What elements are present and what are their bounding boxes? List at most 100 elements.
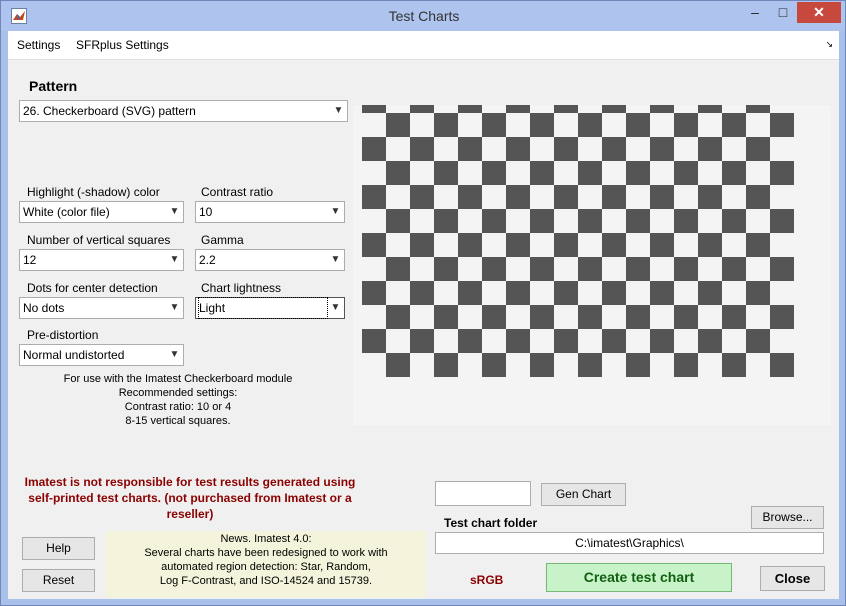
checker-square — [410, 185, 434, 209]
minimize-icon[interactable]: – — [741, 2, 769, 23]
help-button[interactable]: Help — [22, 537, 95, 560]
checker-square — [626, 161, 650, 185]
checker-square — [554, 329, 578, 353]
checker-square — [770, 209, 794, 233]
news-line: News. Imatest 4.0: — [220, 533, 312, 545]
checker-square — [626, 305, 650, 329]
vertical-squares-select[interactable]: 12 ▼ — [19, 249, 184, 271]
checker-square — [410, 281, 434, 305]
chevron-down-icon: ▼ — [169, 254, 180, 265]
contrast-ratio-value: 10 — [199, 205, 213, 219]
menu-sfrplus-settings[interactable]: SFRplus Settings — [76, 38, 169, 52]
checker-square — [434, 209, 458, 233]
checker-square — [650, 281, 674, 305]
client-area: Settings SFRplus Settings ↘ Pattern 26. … — [8, 31, 839, 599]
checker-square — [578, 161, 602, 185]
undock-arrow-icon[interactable]: ↘ — [825, 39, 833, 50]
chart-folder-path[interactable]: C:\imatest\Graphics\ — [435, 532, 824, 554]
checker-square — [506, 281, 530, 305]
checker-square — [530, 305, 554, 329]
checker-square — [506, 329, 530, 353]
menu-bar: Settings SFRplus Settings ↘ — [8, 31, 839, 60]
checker-square — [626, 113, 650, 137]
checker-square — [458, 281, 482, 305]
browse-button[interactable]: Browse... — [751, 506, 824, 529]
checker-square — [554, 137, 578, 161]
highlight-color-select[interactable]: White (color file) ▼ — [19, 201, 184, 223]
checker-square — [434, 353, 458, 377]
chart-lightness-value: Light — [198, 297, 328, 319]
checker-square — [362, 137, 386, 161]
checker-square — [746, 281, 770, 305]
reset-button[interactable]: Reset — [22, 569, 95, 592]
chevron-down-icon: ▼ — [330, 206, 341, 217]
chevron-down-icon: ▼ — [169, 349, 180, 360]
chevron-down-icon: ▼ — [330, 302, 341, 313]
checker-square — [458, 105, 482, 113]
checker-square — [458, 233, 482, 257]
checker-square — [506, 185, 530, 209]
gen-chart-button[interactable]: Gen Chart — [541, 483, 626, 506]
checker-square — [770, 257, 794, 281]
checker-square — [362, 281, 386, 305]
checker-square — [530, 209, 554, 233]
checker-square — [602, 137, 626, 161]
checker-square — [410, 329, 434, 353]
checker-square — [482, 353, 506, 377]
contrast-ratio-label: Contrast ratio — [201, 185, 274, 199]
checker-square — [530, 161, 554, 185]
chart-lightness-select[interactable]: Light ▼ — [195, 297, 345, 319]
srgb-label: sRGB — [470, 573, 504, 587]
center-dots-value: No dots — [23, 301, 65, 315]
checker-square — [722, 161, 746, 185]
checker-square — [458, 137, 482, 161]
checker-square — [386, 161, 410, 185]
gamma-label: Gamma — [201, 233, 244, 247]
checker-square — [386, 113, 410, 137]
checker-square — [698, 281, 722, 305]
checker-square — [626, 353, 650, 377]
checker-square — [674, 161, 698, 185]
checker-square — [674, 257, 698, 281]
chart-lightness-label: Chart lightness — [201, 281, 282, 295]
gen-chart-input[interactable] — [435, 481, 531, 506]
center-dots-label: Dots for center detection — [27, 281, 158, 295]
checker-square — [434, 161, 458, 185]
create-test-chart-button[interactable]: Create test chart — [546, 563, 732, 592]
predistortion-value: Normal undistorted — [23, 348, 125, 362]
maximize-icon[interactable]: □ — [769, 2, 797, 23]
checker-square — [554, 233, 578, 257]
pattern-select-value: 26. Checkerboard (SVG) pattern — [23, 104, 196, 118]
checker-square — [362, 329, 386, 353]
news-line: Several charts have been redesigned to w… — [144, 547, 388, 559]
checker-square — [578, 353, 602, 377]
predistortion-select[interactable]: Normal undistorted ▼ — [19, 344, 184, 366]
chevron-down-icon: ▼ — [169, 206, 180, 217]
vertical-squares-value: 12 — [23, 253, 37, 267]
checker-square — [770, 353, 794, 377]
title-bar[interactable]: Test Charts – □ ✕ — [1, 1, 845, 31]
contrast-ratio-select[interactable]: 10 ▼ — [195, 201, 345, 223]
checker-square — [722, 353, 746, 377]
close-button[interactable]: Close — [760, 566, 825, 591]
app-window: Test Charts – □ ✕ Settings SFRplus Setti… — [0, 0, 846, 606]
close-window-icon[interactable]: ✕ — [797, 2, 841, 23]
checker-square — [698, 137, 722, 161]
checker-square — [626, 257, 650, 281]
menu-settings[interactable]: Settings — [17, 38, 60, 52]
checker-square — [650, 329, 674, 353]
checker-square — [482, 113, 506, 137]
gamma-select[interactable]: 2.2 ▼ — [195, 249, 345, 271]
checker-square — [410, 233, 434, 257]
window-title: Test Charts — [388, 8, 460, 24]
checker-square — [674, 353, 698, 377]
pattern-select[interactable]: 26. Checkerboard (SVG) pattern ▼ — [19, 100, 348, 122]
checker-square — [650, 185, 674, 209]
checker-square — [482, 305, 506, 329]
news-line: automated region detection: Star, Random… — [161, 561, 371, 573]
note-line: Recommended settings: — [118, 387, 238, 399]
checker-square — [578, 305, 602, 329]
center-dots-select[interactable]: No dots ▼ — [19, 297, 184, 319]
checker-square — [770, 305, 794, 329]
checker-square — [770, 161, 794, 185]
